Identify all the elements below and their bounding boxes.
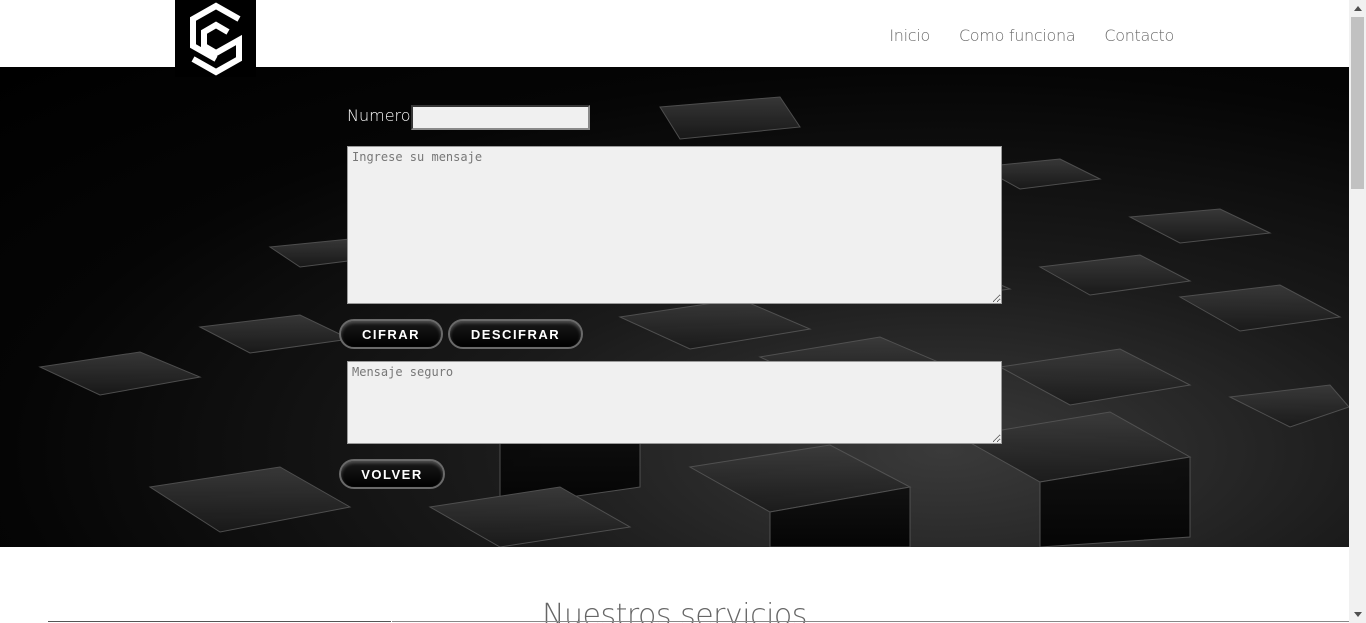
main-nav: Inicio Como funciona Contacto [889,26,1174,45]
decrypt-button[interactable]: DESCIFRAR [448,319,583,349]
divider [392,621,1349,622]
nav-link-como-funciona[interactable]: Como funciona [959,26,1076,45]
cube-c-logo-icon [189,2,242,75]
site-header: Inicio Como funciona Contacto [0,0,1349,77]
page: Inicio Como funciona Contacto Numero Ing… [0,0,1349,623]
scrollbar-thumb[interactable] [1351,17,1364,189]
secure-message-textarea[interactable] [347,361,1002,444]
back-button[interactable]: VOLVER [339,459,445,489]
logo[interactable] [175,0,256,77]
hero-section: Numero CIFRAR DESCIFRAR VOLVER [0,67,1349,547]
nav-link-inicio[interactable]: Inicio [889,26,930,45]
divider [48,621,391,622]
nav-link-contacto[interactable]: Contacto [1104,26,1174,45]
scroll-down-arrow-icon[interactable] [1349,606,1366,623]
page-scrollbar[interactable] [1349,0,1366,623]
encrypt-button[interactable]: CIFRAR [339,319,443,349]
cipher-form: Numero CIFRAR DESCIFRAR VOLVER [0,67,1349,547]
numero-label: Numero [347,106,411,125]
message-textarea[interactable] [347,146,1002,304]
numero-input[interactable] [411,105,590,130]
scroll-up-arrow-icon[interactable] [1349,0,1366,17]
services-title: Nuestros servicios [542,598,807,623]
